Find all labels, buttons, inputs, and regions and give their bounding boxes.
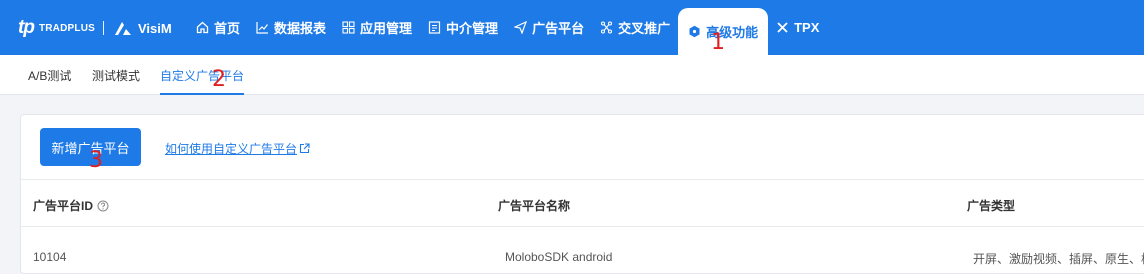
active-tab-underline — [160, 93, 244, 95]
sub-navigation: A/B测试 测试模式 自定义广告平台 — [0, 55, 1144, 95]
nav-item-cross-promo[interactable]: 交叉推广 — [592, 0, 678, 55]
send-icon — [514, 21, 528, 34]
annotation-marker-1: 1 — [711, 30, 725, 55]
hexagon-icon — [688, 25, 701, 38]
chart-line-icon — [256, 21, 269, 34]
nav-item-home[interactable]: 首页 — [188, 0, 248, 55]
annotation-marker-3: 3 — [89, 148, 103, 173]
cross-promo-icon — [600, 21, 613, 34]
tradplus-logo-text: TRADPLUS — [38, 22, 95, 34]
x-icon — [776, 21, 789, 34]
grid-icon — [342, 21, 355, 34]
tab-ab-test[interactable]: A/B测试 — [28, 67, 71, 84]
visim-logo-text: VisiM — [137, 20, 172, 36]
help-circle-icon[interactable] — [97, 200, 109, 212]
column-header-platform-id: 广告平台ID — [33, 197, 109, 214]
tab-test-mode[interactable]: 测试模式 — [92, 67, 140, 84]
column-header-ad-type: 广告类型 — [967, 199, 1016, 213]
nav-item-label: 数据报表 — [274, 21, 327, 36]
table-cell-platform-name: MoloboSDK android — [505, 250, 613, 264]
table-cell-ad-type: 开屏、激励视频、插屏、原生、横幅 — [973, 252, 1144, 266]
help-link-text: 如何使用自定义广告平台 — [165, 142, 298, 156]
column-header-label: 广告平台ID — [33, 199, 94, 213]
visim-logo-icon — [114, 22, 131, 35]
home-icon — [196, 21, 209, 34]
nav-item-tpx[interactable]: TPX — [768, 0, 827, 55]
nav-item-label: TPX — [794, 20, 820, 35]
table-header: 广告平台ID 广告平台名称 广告类型 — [21, 179, 1144, 227]
nav-item-apps[interactable]: 应用管理 — [334, 0, 420, 55]
nav-item-ad-platforms[interactable]: 广告平台 — [506, 0, 592, 55]
annotation-marker-2: 2 — [212, 67, 226, 92]
tradplus-logo-mark: tp — [18, 17, 35, 38]
logo-divider — [102, 21, 104, 35]
nav-item-label: 广告平台 — [532, 21, 585, 36]
nav-item-label: 中介管理 — [446, 21, 499, 36]
external-link-icon — [299, 143, 310, 154]
nav-item-label: 应用管理 — [360, 21, 413, 36]
main-nav: 首页 数据报表 应用管理 中介管理 广告平台 交叉推广 高级功能 TPX — [188, 0, 827, 55]
help-link[interactable]: 如何使用自定义广告平台 — [165, 140, 310, 157]
nav-item-reports[interactable]: 数据报表 — [248, 0, 334, 55]
document-icon — [428, 21, 441, 34]
nav-item-mediation[interactable]: 中介管理 — [420, 0, 506, 55]
column-header-platform-name: 广告平台名称 — [498, 199, 571, 213]
nav-item-label: 首页 — [214, 21, 241, 36]
tab-custom-ad-platform[interactable]: 自定义广告平台 — [160, 67, 244, 84]
top-navigation-bar: tp TRADPLUS VisiM 首页 数据报表 应用管理 中介管理 广告平台… — [0, 0, 1144, 55]
logo[interactable]: tp TRADPLUS VisiM — [18, 17, 172, 39]
table-cell-platform-id: 10104 — [33, 250, 67, 264]
nav-item-label: 交叉推广 — [618, 21, 671, 36]
